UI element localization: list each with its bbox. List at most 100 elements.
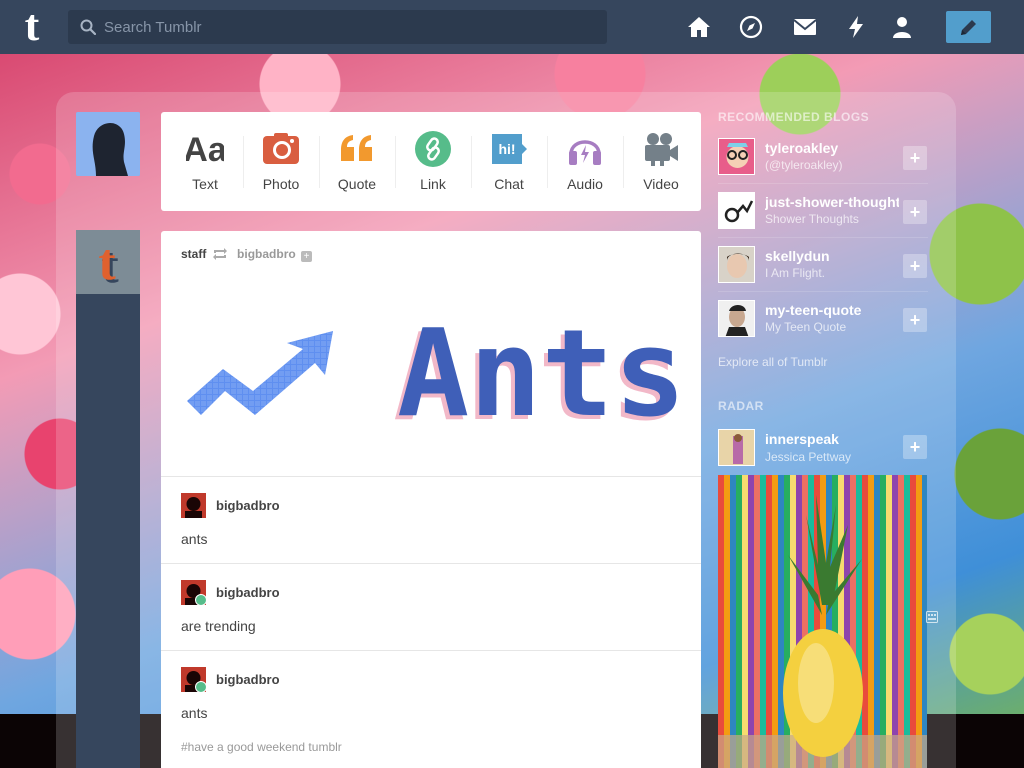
blog-name: skellydun bbox=[765, 248, 830, 264]
post-type-quote[interactable]: Quote bbox=[319, 112, 395, 211]
recommended-blogs-title: RECOMMENDED BLOGS bbox=[718, 110, 870, 124]
post-type-label: Link bbox=[420, 176, 446, 192]
post-type-video[interactable]: Video bbox=[623, 112, 699, 211]
trail-item: bigbadbro are trending bbox=[161, 563, 701, 650]
link-icon bbox=[415, 131, 451, 167]
post-type-photo[interactable]: Photo bbox=[243, 112, 319, 211]
avatar-icon bbox=[719, 301, 754, 336]
radar-title: RADAR bbox=[718, 399, 764, 413]
recommended-blog[interactable]: my-teen-quote My Teen Quote + bbox=[718, 292, 928, 346]
svg-text:hi!: hi! bbox=[498, 141, 515, 157]
quote-icon bbox=[341, 135, 372, 161]
shower-head-icon bbox=[719, 193, 754, 228]
tumblr-t-icon: t t bbox=[76, 230, 140, 294]
radar-post-image[interactable] bbox=[718, 475, 927, 768]
account-icon[interactable] bbox=[889, 14, 915, 40]
trail-text: ants bbox=[181, 531, 208, 547]
post-image[interactable]: Ants Ants bbox=[183, 323, 679, 433]
blog-avatar bbox=[718, 429, 755, 466]
video-icon bbox=[645, 133, 678, 166]
blog-name: my-teen-quote bbox=[765, 302, 862, 318]
post-type-audio[interactable]: Audio bbox=[547, 112, 623, 211]
trail-text: are trending bbox=[181, 618, 256, 634]
radar-blog[interactable]: innerspeak Jessica Pettway + bbox=[718, 418, 928, 472]
svg-text:Aa: Aa bbox=[186, 131, 224, 168]
follow-button[interactable]: + bbox=[903, 146, 927, 170]
search-input[interactable] bbox=[104, 10, 599, 44]
trail-author[interactable]: bigbadbro bbox=[216, 672, 280, 687]
staff-avatar[interactable]: t t bbox=[76, 230, 140, 294]
post-type-label: Quote bbox=[337, 176, 377, 192]
search-box[interactable] bbox=[68, 10, 607, 44]
avatar-icon bbox=[719, 139, 754, 174]
trail-item: bigbadbro ants bbox=[161, 476, 701, 563]
post-header: staff bigbadbro + bbox=[181, 247, 313, 262]
trail-text: ants bbox=[181, 705, 208, 721]
blog-avatar bbox=[718, 192, 755, 229]
blog-name: just-shower-thoughts bbox=[765, 194, 899, 210]
keyboard-shortcuts-icon[interactable] bbox=[926, 611, 938, 623]
audio-icon bbox=[569, 140, 601, 165]
text-icon: Aa bbox=[186, 131, 224, 168]
avatar-icon bbox=[719, 430, 754, 465]
post-type-label: Chat bbox=[494, 176, 524, 192]
trail-author[interactable]: bigbadbro bbox=[216, 585, 280, 600]
home-icon[interactable] bbox=[686, 14, 712, 40]
post-type-label: Video bbox=[643, 176, 679, 192]
recommended-blog[interactable]: tyleroakley (@tyleroakley) + bbox=[718, 130, 928, 184]
follow-button[interactable]: + bbox=[903, 435, 927, 459]
blog-name: innerspeak bbox=[765, 431, 839, 447]
recommended-blog[interactable]: skellydun I Am Flight. + bbox=[718, 238, 928, 292]
reblog-badge-icon bbox=[195, 681, 207, 693]
bigbadbro-avatar[interactable] bbox=[181, 493, 206, 518]
reblog-icon bbox=[212, 248, 227, 260]
silhouette-icon bbox=[76, 112, 140, 176]
post-type-chat[interactable]: hi! Chat bbox=[471, 112, 547, 211]
blog-title: I Am Flight. bbox=[765, 266, 826, 280]
top-bar: t bbox=[0, 0, 1024, 54]
explore-link[interactable]: Explore all of Tumblr bbox=[718, 355, 827, 369]
photo-icon bbox=[263, 133, 299, 164]
blog-avatar bbox=[718, 138, 755, 175]
trail-author[interactable]: bigbadbro bbox=[216, 498, 280, 513]
blog-title: My Teen Quote bbox=[765, 320, 847, 334]
avatar-icon bbox=[719, 247, 754, 282]
follow-button[interactable]: + bbox=[903, 308, 927, 332]
recommended-blog[interactable]: just-shower-thoughts Shower Thoughts + bbox=[718, 184, 928, 238]
post-card: staff bigbadbro + Ants Ants bigbadbro an… bbox=[161, 231, 701, 768]
pencil-icon bbox=[961, 20, 976, 35]
pineapple-image bbox=[718, 495, 927, 768]
follow-button[interactable]: + bbox=[903, 254, 927, 278]
blog-title: Jessica Pettway bbox=[765, 450, 852, 464]
post-tags[interactable]: #have a good weekend tumblr bbox=[181, 740, 342, 754]
blog-title: (@tyleroakley) bbox=[765, 158, 843, 172]
tumblr-logo[interactable]: t bbox=[16, 4, 48, 48]
chat-icon: hi! bbox=[492, 134, 527, 164]
blog-title: Shower Thoughts bbox=[765, 212, 859, 226]
post-image-text: Ants bbox=[397, 323, 679, 433]
trending-arrow-icon bbox=[187, 331, 333, 415]
post-author[interactable]: staff bbox=[181, 247, 206, 261]
post-avatar-rail bbox=[76, 230, 140, 768]
blog-avatar bbox=[718, 246, 755, 283]
avatar-face-icon bbox=[181, 493, 206, 518]
inbox-icon[interactable] bbox=[792, 14, 818, 40]
blog-avatar bbox=[718, 300, 755, 337]
svg-text:t: t bbox=[98, 234, 116, 291]
compose-button[interactable] bbox=[946, 11, 991, 43]
post-type-label: Audio bbox=[567, 176, 603, 192]
follow-button[interactable]: + bbox=[301, 251, 313, 262]
blog-name: tyleroakley bbox=[765, 140, 839, 156]
follow-button[interactable]: + bbox=[903, 200, 927, 224]
post-type-text[interactable]: Aa Text bbox=[167, 112, 243, 211]
post-type-link[interactable]: Link bbox=[395, 112, 471, 211]
explore-icon[interactable] bbox=[738, 14, 764, 40]
post-type-label: Photo bbox=[262, 176, 300, 192]
post-type-bar: Aa Text Photo Quote Link hi! Chat Audio … bbox=[161, 112, 701, 211]
reblogged-from[interactable]: bigbadbro bbox=[237, 247, 296, 261]
reblog-badge-icon bbox=[195, 594, 207, 606]
user-avatar[interactable] bbox=[76, 112, 140, 176]
post-type-label: Text bbox=[192, 176, 218, 192]
activity-icon[interactable] bbox=[843, 14, 869, 40]
search-icon bbox=[80, 19, 96, 35]
